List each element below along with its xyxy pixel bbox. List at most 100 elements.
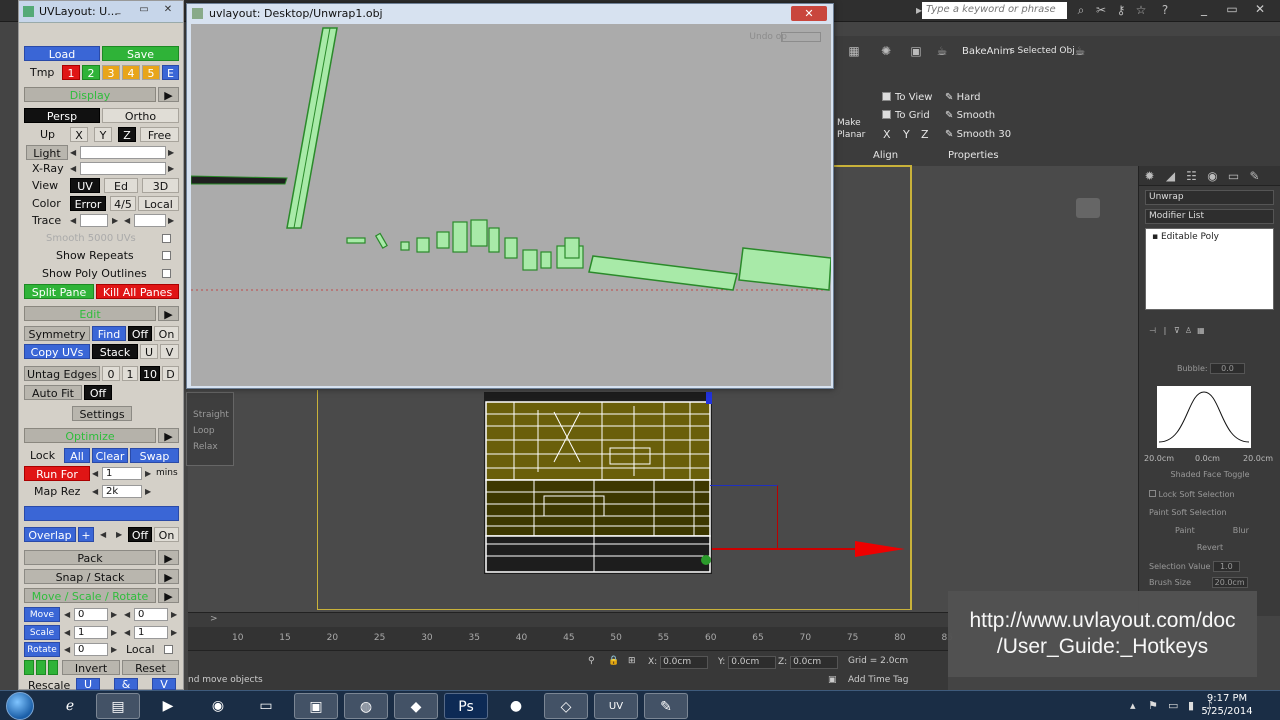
remove-modifier-icon[interactable]: ♙ [1185, 326, 1195, 335]
make-planar-label[interactable]: Make [837, 118, 861, 128]
load-button[interactable]: Load [24, 46, 100, 61]
uv-panel-minimize-icon[interactable]: _ [109, 3, 127, 17]
stack-u-button[interactable]: U [140, 344, 158, 359]
render-frame-icon[interactable]: ▣ [909, 44, 923, 58]
absolute-mode-icon[interactable]: ⊞ [628, 656, 636, 666]
window-taskbar-icon[interactable]: ▣ [294, 693, 338, 719]
move-u-right-arrow-icon[interactable]: ▶ [111, 607, 117, 622]
map-rez-right-arrow-icon[interactable]: ▶ [145, 484, 151, 499]
selection-value-field[interactable]: 1.0 [1212, 561, 1240, 572]
to-view-checkbox[interactable] [882, 92, 891, 101]
rotate-left-arrow-icon[interactable]: ◀ [64, 642, 70, 657]
untag-d-button[interactable]: D [162, 366, 179, 381]
tmp-slot-2[interactable]: 2 [82, 65, 100, 80]
align-z-button[interactable]: Z [921, 128, 929, 141]
create-tab-icon[interactable]: ✹ [1139, 166, 1160, 186]
view-uv-button[interactable]: UV [70, 178, 100, 193]
trace-left-arrow-icon[interactable]: ◀ [70, 213, 76, 228]
add-time-tag-button[interactable]: Add Time Tag [848, 675, 908, 685]
modify-tab-icon[interactable]: ◢ [1160, 166, 1181, 186]
move-u-field[interactable]: 0 [74, 608, 108, 621]
maximize-icon[interactable]: ▭ [1218, 2, 1246, 16]
star-icon[interactable]: ☆ [1134, 3, 1148, 17]
selected-obj-label[interactable]: s Selected Obj [1010, 46, 1075, 56]
xray-left-arrow-icon[interactable]: ◀ [70, 161, 76, 176]
trace-right-arrow-icon[interactable]: ▶ [168, 213, 174, 228]
tmp-slot-1[interactable]: 1 [62, 65, 80, 80]
tmp-slot-e[interactable]: E [162, 65, 179, 80]
uv-window-close-button[interactable]: ✕ [791, 6, 827, 21]
minimize-icon[interactable]: _ [1190, 2, 1218, 16]
view-ed-button[interactable]: Ed [104, 178, 138, 193]
modifier-stack[interactable]: ▪ Editable Poly [1145, 228, 1274, 310]
unwrapped-mesh-preview[interactable] [484, 392, 712, 574]
trace-slider-1[interactable] [80, 214, 108, 227]
pack-button[interactable]: Pack [24, 550, 156, 565]
xray-right-arrow-icon[interactable]: ▶ [168, 161, 174, 176]
move-u-left-arrow-icon[interactable]: ◀ [64, 607, 70, 622]
stack-button[interactable]: Stack [92, 344, 138, 359]
local-label[interactable]: Local [126, 642, 155, 657]
local-checkbox[interactable] [164, 645, 173, 654]
overlap-off-button[interactable]: Off [128, 527, 152, 542]
overlap-left-arrow-icon[interactable]: ◀ [100, 527, 106, 542]
uv-panel-titlebar[interactable]: UVLayout: U... _ ▭ ✕ [19, 1, 183, 23]
paint-button[interactable]: Paint [1175, 526, 1195, 535]
auto-fit-off-button[interactable]: Off [84, 385, 112, 400]
pin-stack-icon[interactable]: ⊣ [1149, 326, 1159, 335]
edit-expand-icon[interactable]: ▶ [158, 306, 179, 321]
hard-button[interactable]: ✎ Hard [945, 92, 981, 103]
x-axis-arrow-icon[interactable] [855, 541, 905, 557]
color-swatch-2[interactable] [36, 660, 46, 675]
trace-mid-left-arrow-icon[interactable]: ◀ [124, 213, 130, 228]
snap-stack-button[interactable]: Snap / Stack [24, 569, 156, 584]
chrome-taskbar-icon[interactable]: ◉ [196, 693, 240, 719]
uv-shell-cluster[interactable] [346, 219, 584, 271]
modifier-list-dropdown[interactable]: Modifier List [1145, 209, 1274, 224]
rescale-v-button[interactable]: V [152, 678, 176, 691]
close-icon[interactable]: ✕ [1246, 2, 1274, 16]
untag-edges-label[interactable]: Untag Edges [24, 366, 100, 381]
timeline-ruler[interactable]: 10152025303540455055606570758085 [188, 633, 953, 651]
scale-v-field[interactable]: 1 [134, 626, 168, 639]
x-axis-gizmo[interactable] [712, 548, 862, 550]
up-y-button[interactable]: Y [94, 127, 112, 142]
color-error-button[interactable]: Error [70, 196, 106, 211]
persp-button[interactable]: Persp [24, 108, 100, 123]
split-pane-button[interactable]: Split Pane [24, 284, 94, 299]
configure-icon[interactable]: ▦ [1197, 326, 1205, 335]
app-taskbar-icon[interactable]: ● [494, 693, 538, 719]
chat-taskbar-icon[interactable]: ◍ [344, 693, 388, 719]
recorder-taskbar-icon[interactable]: ✎ [644, 693, 688, 719]
up-z-button[interactable]: Z [118, 127, 136, 142]
tmp-slot-5[interactable]: 5 [142, 65, 160, 80]
light-right-arrow-icon[interactable]: ▶ [168, 145, 174, 160]
save-button[interactable]: Save [102, 46, 179, 61]
copy-uvs-button[interactable]: Copy UVs [24, 344, 90, 359]
display-expand-icon[interactable]: ▶ [158, 87, 179, 102]
align-group-label[interactable]: Align [873, 150, 898, 161]
straight-button[interactable]: Straight [187, 407, 233, 423]
bake-anim-label[interactable]: BakeAnim [962, 46, 1012, 57]
rotate-right-arrow-icon[interactable]: ▶ [111, 642, 117, 657]
kill-all-panes-button[interactable]: Kill All Panes [96, 284, 179, 299]
lock-checkbox-box[interactable] [1149, 490, 1156, 497]
scale-v-left-arrow-icon[interactable]: ◀ [124, 625, 130, 640]
invert-button[interactable]: Invert [62, 660, 120, 675]
uvlayout-taskbar-icon[interactable]: UV [594, 693, 638, 719]
display-section-header[interactable]: Display [24, 87, 156, 102]
tool-taskbar-icon[interactable]: ◇ [544, 693, 588, 719]
media-player-taskbar-icon[interactable]: ▶ [146, 693, 190, 719]
view-3d-button[interactable]: 3D [142, 178, 179, 193]
trace-mid-arrow-icon[interactable]: ▶ [112, 213, 118, 228]
brush-size-field[interactable]: 20.0cm [1211, 577, 1248, 588]
hierarchy-tab-icon[interactable]: ☷ [1181, 166, 1202, 186]
lock-icon[interactable]: 🔒 [608, 656, 619, 666]
align-x-button[interactable]: X [883, 128, 891, 141]
pin-icon[interactable]: ⚲ [588, 656, 595, 666]
color-swatch-3[interactable] [48, 660, 58, 675]
to-view-option[interactable]: To View [882, 92, 932, 103]
show-poly-outlines-checkbox[interactable] [162, 269, 171, 278]
x-coord-field[interactable]: 0.0cm [660, 656, 709, 669]
to-grid-option[interactable]: To Grid [882, 110, 930, 121]
